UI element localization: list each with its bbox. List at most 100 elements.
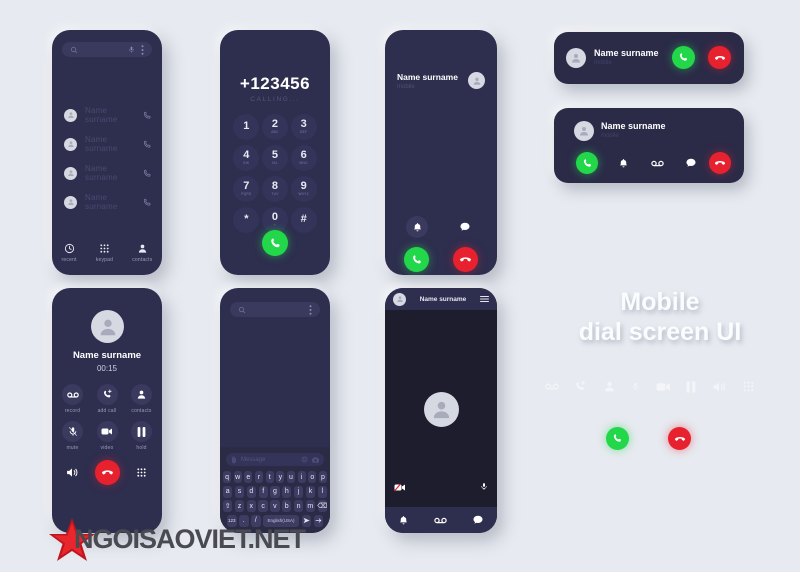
mute-button[interactable]: mute xyxy=(62,421,83,451)
dialpad-key-4[interactable]: 4 GHI xyxy=(232,145,261,171)
dialpad-key-3[interactable]: 3 DEF xyxy=(289,114,318,140)
accept-call-button[interactable] xyxy=(606,427,629,450)
add-call-button[interactable]: add call xyxy=(96,384,118,414)
key-h[interactable]: h xyxy=(282,485,292,498)
key-n[interactable]: n xyxy=(293,500,304,512)
key-i[interactable]: i xyxy=(297,471,306,483)
message-input[interactable]: Message xyxy=(226,453,324,466)
speaker-button[interactable] xyxy=(62,462,83,483)
search-input[interactable] xyxy=(230,302,320,317)
key-l[interactable]: l xyxy=(317,485,327,498)
hamburger-icon[interactable] xyxy=(480,295,489,303)
caller-name: Name surname xyxy=(601,121,666,131)
key-v[interactable]: v xyxy=(270,500,280,512)
hold-button[interactable]: hold xyxy=(131,421,152,451)
key-u[interactable]: u xyxy=(286,471,296,483)
sidebar-item-recent[interactable]: recent xyxy=(62,243,77,263)
key-e[interactable]: e xyxy=(244,471,253,483)
key-a[interactable]: a xyxy=(223,485,233,498)
key-x[interactable]: x xyxy=(246,500,256,512)
key-b[interactable]: b xyxy=(282,500,292,512)
video-icon[interactable] xyxy=(656,382,671,392)
key-z[interactable]: z xyxy=(234,500,245,512)
contacts-button[interactable]: contacts xyxy=(131,384,152,414)
voicemail-icon[interactable] xyxy=(545,382,559,391)
key-f[interactable]: f xyxy=(258,485,268,498)
speaker-icon[interactable] xyxy=(712,381,727,393)
search-input[interactable] xyxy=(62,42,152,57)
contact-list-item[interactable]: Name surname xyxy=(64,193,152,211)
key-t[interactable]: t xyxy=(265,471,274,483)
keypad-button[interactable] xyxy=(131,462,152,483)
message-icon[interactable] xyxy=(472,514,484,526)
sidebar-item-keypad[interactable]: keypad xyxy=(96,243,113,263)
video-button[interactable]: video xyxy=(96,421,118,451)
call-icon[interactable] xyxy=(143,140,152,149)
dialpad-key-9[interactable]: 9 WXYZ xyxy=(289,176,318,202)
sidebar-item-contacts[interactable]: contacts xyxy=(132,243,152,263)
decline-call-button[interactable] xyxy=(453,247,478,272)
bell-icon[interactable] xyxy=(398,515,409,526)
key-o[interactable]: o xyxy=(308,471,317,483)
dialpad-key-7[interactable]: 7 PQRS xyxy=(232,176,261,202)
voicemail-button[interactable] xyxy=(646,152,668,174)
dialpad-key-8[interactable]: 8 TUV xyxy=(261,176,290,202)
decline-call-button[interactable] xyxy=(709,152,731,174)
call-icon[interactable] xyxy=(143,198,152,207)
key-j[interactable]: j xyxy=(293,485,304,498)
dialpad-key-6[interactable]: 6 MNO xyxy=(289,145,318,171)
mic-icon[interactable] xyxy=(128,45,135,54)
key-g[interactable]: g xyxy=(270,485,280,498)
nav-label: keypad xyxy=(95,257,114,263)
contact-list-item[interactable]: Name surname xyxy=(64,164,152,182)
dialpad-key-star[interactable]: * xyxy=(232,207,261,233)
key-c[interactable]: c xyxy=(258,500,268,512)
dialpad-key-5[interactable]: 5 JKL xyxy=(261,145,290,171)
decline-call-button[interactable] xyxy=(668,427,691,450)
key-m[interactable]: m xyxy=(305,500,315,512)
mic-icon[interactable] xyxy=(631,380,640,393)
decline-call-button[interactable] xyxy=(708,46,731,69)
person-icon[interactable] xyxy=(603,380,616,393)
key-d[interactable]: d xyxy=(246,485,256,498)
accept-call-button[interactable] xyxy=(576,152,598,174)
shift-key[interactable]: ⇧ xyxy=(223,500,233,512)
mic-toggle-button[interactable] xyxy=(480,481,488,492)
add-call-icon[interactable] xyxy=(574,380,587,393)
key-r[interactable]: r xyxy=(254,471,264,483)
record-button[interactable]: record xyxy=(62,384,83,414)
caller-name: Name surname xyxy=(72,350,142,361)
message-button[interactable] xyxy=(454,216,476,238)
key-p[interactable]: p xyxy=(318,471,328,483)
key-w[interactable]: w xyxy=(233,471,242,483)
call-icon[interactable] xyxy=(143,169,152,178)
key-y[interactable]: y xyxy=(276,471,285,483)
video-toggle-button[interactable] xyxy=(394,483,406,492)
accept-call-button[interactable] xyxy=(404,247,429,272)
emoji-icon[interactable] xyxy=(301,456,308,463)
dialpad-key-2[interactable]: 2 ABC xyxy=(261,114,290,140)
key-s[interactable]: s xyxy=(234,485,245,498)
voicemail-icon[interactable] xyxy=(434,516,447,525)
key-k[interactable]: k xyxy=(305,485,316,498)
keypad-icon[interactable] xyxy=(742,380,755,393)
dialpad-key-1[interactable]: 1 xyxy=(232,114,261,140)
message-button[interactable] xyxy=(680,152,702,174)
paperclip-icon[interactable] xyxy=(231,456,237,464)
contact-list-item[interactable]: Name surname xyxy=(64,135,152,153)
call-button[interactable] xyxy=(262,230,288,256)
accept-call-button[interactable] xyxy=(672,46,695,69)
enter-icon[interactable] xyxy=(313,514,323,527)
pause-icon[interactable] xyxy=(686,380,696,393)
contact-list-item[interactable]: Name surname xyxy=(64,106,152,124)
call-icon[interactable] xyxy=(143,111,152,120)
dialpad-key-hash[interactable]: # xyxy=(289,207,318,233)
mute-ringer-button[interactable] xyxy=(406,216,428,238)
key-q[interactable]: q xyxy=(222,471,232,483)
more-vert-icon[interactable] xyxy=(309,304,312,315)
end-call-button[interactable] xyxy=(94,460,120,485)
backspace-key[interactable]: ⌫ xyxy=(317,500,327,512)
mute-ringer-button[interactable] xyxy=(612,152,634,174)
more-vert-icon[interactable] xyxy=(141,44,144,55)
camera-icon[interactable] xyxy=(312,456,319,463)
